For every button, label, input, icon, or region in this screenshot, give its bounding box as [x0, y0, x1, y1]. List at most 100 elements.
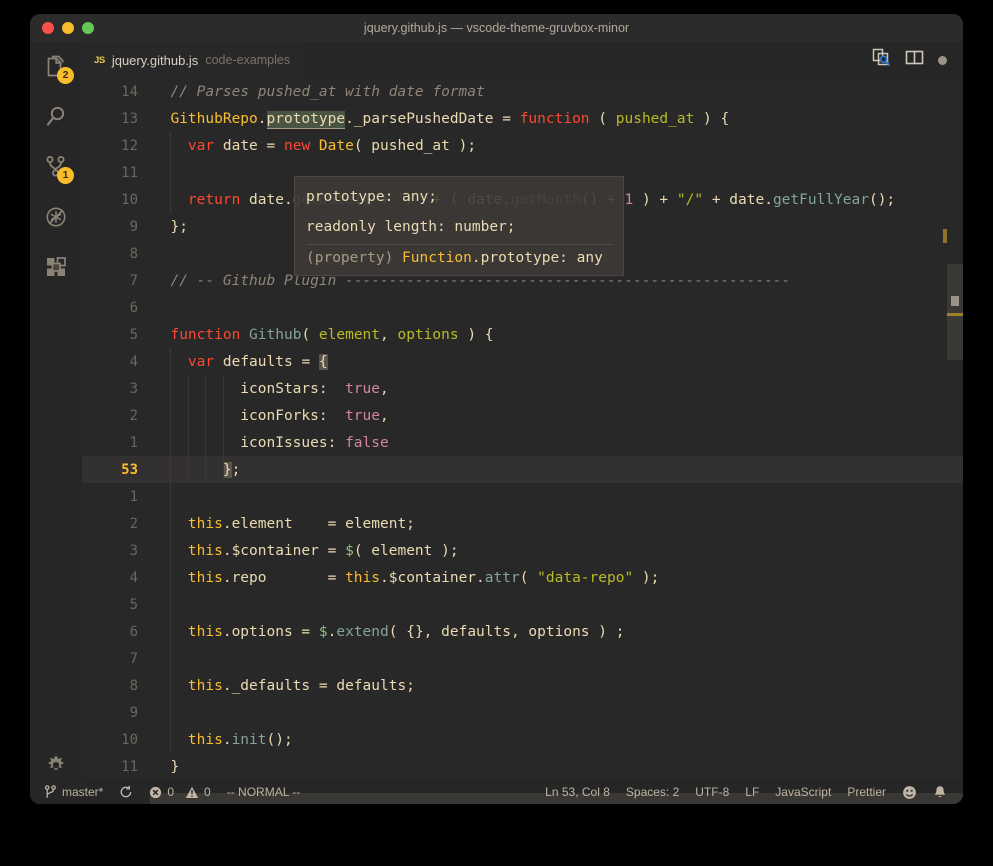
code-line[interactable]: 13 GithubRepo.prototype._parsePushedDate… [82, 105, 963, 132]
line-number: 10 [121, 731, 138, 748]
code-token: 1 [624, 191, 634, 208]
code-token: + date [703, 191, 765, 208]
code-line[interactable]: 1 [82, 483, 963, 510]
line-content: }; [150, 461, 963, 478]
sidebar-item-source-control[interactable]: 1 [30, 142, 82, 192]
code-token: ( [301, 326, 319, 343]
line-content: this.options = $.extend( {}, defaults, o… [150, 624, 963, 640]
code-token: options [397, 326, 459, 343]
line-number: 1 [129, 434, 138, 451]
line-number: 3 [129, 380, 138, 397]
explorer-badge: 2 [57, 67, 74, 84]
code-line[interactable]: 12 var date = new Date( pushed_at ); [82, 132, 963, 159]
vertical-scrollbar[interactable] [947, 264, 963, 360]
code-line[interactable]: 5 function Github( element, options ) { [82, 321, 963, 348]
indent-guide [187, 429, 189, 456]
code-token: = [327, 515, 346, 532]
status-branch[interactable]: master* [36, 780, 111, 804]
open-changes-button[interactable] [872, 48, 891, 72]
code-line[interactable]: 3 this.$container = $( element ); [82, 537, 963, 564]
split-editor-button[interactable] [905, 49, 924, 71]
javascript-file-icon: JS [94, 54, 105, 66]
code-editor[interactable]: 14 // Parses pushed_at with date format 1… [82, 78, 963, 804]
line-number: 5 [129, 326, 138, 343]
source-control-badge: 1 [57, 167, 74, 184]
code-token: ) { [458, 326, 494, 343]
occurrence-highlight: prototype [266, 110, 346, 129]
window-controls [30, 22, 94, 34]
code-token: ) + [633, 191, 677, 208]
code-token: var [187, 353, 215, 370]
line-content: iconStars: true, [150, 381, 963, 397]
indent-guide [187, 456, 189, 483]
sidebar-item-run-and-debug[interactable] [30, 192, 82, 242]
code-token: GithubRepo [170, 110, 258, 127]
code-line[interactable]: 9 [82, 699, 963, 726]
indent-guide [170, 348, 172, 375]
sidebar-item-explorer[interactable]: 2 [30, 42, 82, 92]
code-token: attr [484, 569, 520, 586]
sidebar-item-extensions[interactable] [30, 242, 82, 292]
title-bar: jquery.github.js — vscode-theme-gruvbox-… [30, 14, 963, 43]
indent-guide [170, 591, 172, 618]
code-token: this [345, 569, 380, 586]
indent-guide [205, 429, 207, 456]
line-number: 1 [129, 488, 138, 505]
code-line[interactable]: 10 this.init(); [82, 726, 963, 753]
line-content: function Github( element, options ) { [150, 327, 963, 343]
status-sync[interactable] [111, 780, 141, 804]
code-line[interactable]: 5 [82, 591, 963, 618]
code-token: ._parsePushedDate [345, 110, 503, 127]
code-line[interactable]: 3 iconStars: true, [82, 375, 963, 402]
scrollbar-decoration-mark [947, 313, 963, 316]
code-line[interactable]: 14 // Parses pushed_at with date format [82, 78, 963, 105]
minimize-button[interactable] [62, 22, 74, 34]
code-token: date [240, 191, 284, 208]
close-button[interactable] [42, 22, 54, 34]
code-token: = [266, 137, 284, 154]
code-line[interactable]: 7 [82, 645, 963, 672]
code-token: , [379, 380, 389, 397]
indent-guide [170, 159, 172, 186]
code-line[interactable]: 2 this.element = element; [82, 510, 963, 537]
indent-guide [170, 726, 172, 753]
horizontal-scrollbar[interactable] [150, 793, 963, 804]
code-line[interactable]: 8 this._defaults = defaults; [82, 672, 963, 699]
indent-guide [170, 618, 172, 645]
line-content: } [150, 759, 963, 775]
code-token: ); [633, 569, 660, 586]
sidebar-item-search[interactable] [30, 92, 82, 142]
line-number: 8 [129, 677, 138, 694]
maximize-button[interactable] [82, 22, 94, 34]
tab-jquery-github-js[interactable]: JS jquery.github.js code-examples [82, 42, 305, 78]
tab-bar: JS jquery.github.js code-examples [82, 42, 963, 78]
code-line[interactable]: 4 this.repo = this.$container.attr( "dat… [82, 564, 963, 591]
code-line[interactable]: 1 iconIssues: false [82, 429, 963, 456]
line-number: 53 [121, 461, 138, 478]
code-line[interactable]: 11 } [82, 753, 963, 780]
line-content: this._defaults = defaults; [150, 678, 963, 694]
code-line[interactable]: 6 [82, 294, 963, 321]
indent-guide [222, 375, 224, 402]
tab-label: jquery.github.js [111, 52, 199, 68]
hover-signature: (property) Function.prototype: any [306, 246, 612, 271]
editor-group: JS jquery.github.js code-examples 14 // … [82, 42, 963, 804]
code-token: .repo [222, 569, 328, 586]
indent-guide [205, 456, 207, 483]
scrollbar-cursor-mark [951, 296, 959, 306]
code-line[interactable]: 6 this.options = $.extend( {}, defaults,… [82, 618, 963, 645]
unsaved-indicator[interactable] [938, 55, 947, 65]
code-token: (); [266, 731, 293, 748]
line-content: this.element = element; [150, 516, 963, 532]
code-line[interactable]: 53 }; [82, 456, 963, 483]
code-line[interactable]: 2 iconForks: true, [82, 402, 963, 429]
code-token: ( element ); [353, 542, 459, 559]
search-icon [46, 106, 65, 126]
code-line[interactable]: 4 var defaults = { [82, 348, 963, 375]
line-content: iconIssues: false [150, 435, 963, 451]
code-token: = [327, 542, 346, 559]
code-token: = [301, 353, 319, 370]
line-number: 11 [121, 164, 138, 181]
line-number: 3 [129, 542, 138, 559]
code-token: .$container [380, 569, 477, 586]
